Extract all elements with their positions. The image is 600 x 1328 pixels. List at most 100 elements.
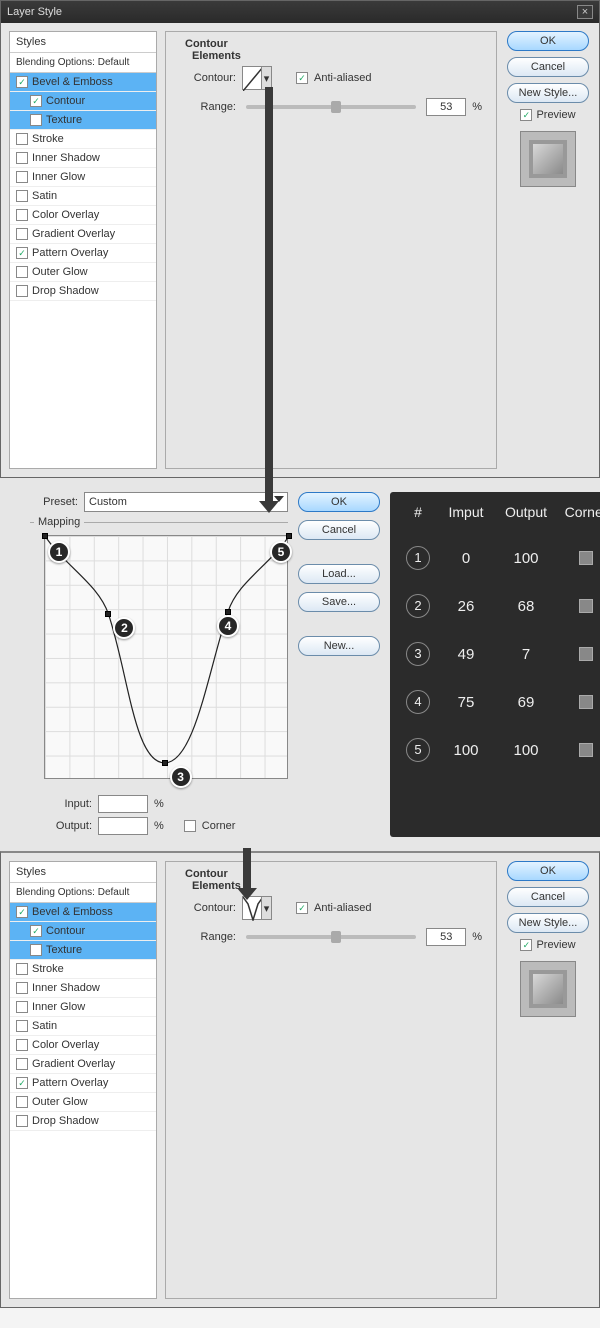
style-item-outer-glow[interactable]: Outer Glow xyxy=(10,263,156,282)
style-item-drop-shadow[interactable]: Drop Shadow xyxy=(10,282,156,301)
style-item-contour[interactable]: ✓Contour xyxy=(10,92,156,111)
style-label: Satin xyxy=(32,1020,57,1032)
style-checkbox[interactable] xyxy=(16,266,28,278)
style-checkbox[interactable] xyxy=(16,1115,28,1127)
style-checkbox[interactable] xyxy=(16,152,28,164)
style-checkbox[interactable] xyxy=(16,1058,28,1070)
style-checkbox[interactable] xyxy=(30,944,42,956)
style-checkbox[interactable] xyxy=(16,1020,28,1032)
editor-ok-button[interactable]: OK xyxy=(298,492,380,512)
style-checkbox[interactable] xyxy=(16,1096,28,1108)
blending-options-label[interactable]: Blending Options: Default xyxy=(10,883,156,903)
style-checkbox[interactable]: ✓ xyxy=(16,906,28,918)
style-item-color-overlay[interactable]: Color Overlay xyxy=(10,1036,156,1055)
ok-button[interactable]: OK xyxy=(507,861,589,881)
control-point[interactable] xyxy=(105,611,111,617)
row-corner-checkbox[interactable] xyxy=(579,647,593,661)
close-icon[interactable]: × xyxy=(577,5,593,19)
output-field[interactable] xyxy=(98,817,148,835)
ok-button[interactable]: OK xyxy=(507,31,589,51)
style-checkbox[interactable]: ✓ xyxy=(16,247,28,259)
style-item-inner-shadow[interactable]: Inner Shadow xyxy=(10,979,156,998)
style-item-bevel-emboss[interactable]: ✓Bevel & Emboss xyxy=(10,73,156,92)
style-item-drop-shadow[interactable]: Drop Shadow xyxy=(10,1112,156,1131)
preset-combo[interactable]: Custom xyxy=(84,492,288,512)
range-slider[interactable] xyxy=(246,105,416,109)
style-checkbox[interactable] xyxy=(16,982,28,994)
row-corner-checkbox[interactable] xyxy=(579,599,593,613)
contour-picker[interactable]: ▾ xyxy=(242,66,272,90)
range-value[interactable]: 53 xyxy=(426,98,466,116)
row-input: 100 xyxy=(438,742,494,759)
row-output: 100 xyxy=(496,550,556,567)
row-badge: 3 xyxy=(406,642,430,666)
style-checkbox[interactable] xyxy=(16,285,28,297)
style-item-gradient-overlay[interactable]: Gradient Overlay xyxy=(10,1055,156,1074)
row-badge: 5 xyxy=(406,738,430,762)
style-item-contour[interactable]: ✓Contour xyxy=(10,922,156,941)
style-checkbox[interactable]: ✓ xyxy=(30,95,42,107)
input-field[interactable] xyxy=(98,795,148,813)
style-item-outer-glow[interactable]: Outer Glow xyxy=(10,1093,156,1112)
style-item-stroke[interactable]: Stroke xyxy=(10,960,156,979)
style-item-gradient-overlay[interactable]: Gradient Overlay xyxy=(10,225,156,244)
preset-value: Custom xyxy=(89,496,127,508)
style-checkbox[interactable]: ✓ xyxy=(16,1077,28,1089)
style-checkbox[interactable]: ✓ xyxy=(30,925,42,937)
style-item-pattern-overlay[interactable]: ✓Pattern Overlay xyxy=(10,244,156,263)
anti-aliased-checkbox[interactable]: ✓ xyxy=(296,902,308,914)
row-corner-checkbox[interactable] xyxy=(579,743,593,757)
load-button[interactable]: Load... xyxy=(298,564,380,584)
table-row: 5100100 xyxy=(400,726,600,774)
style-item-stroke[interactable]: Stroke xyxy=(10,130,156,149)
style-checkbox[interactable] xyxy=(16,171,28,183)
style-item-bevel-emboss[interactable]: ✓ Bevel & Emboss xyxy=(10,903,156,922)
range-value[interactable]: 53 xyxy=(426,928,466,946)
new-style-button[interactable]: New Style... xyxy=(507,83,589,103)
style-item-inner-glow[interactable]: Inner Glow xyxy=(10,168,156,187)
row-corner-checkbox[interactable] xyxy=(579,695,593,709)
cancel-button[interactable]: Cancel xyxy=(507,887,589,907)
table-row: 22668 xyxy=(400,582,600,630)
chevron-down-icon[interactable]: ▾ xyxy=(261,897,271,919)
style-checkbox[interactable] xyxy=(16,1039,28,1051)
style-checkbox[interactable] xyxy=(16,228,28,240)
new-button[interactable]: New... xyxy=(298,636,380,656)
style-checkbox[interactable] xyxy=(16,209,28,221)
style-item-texture[interactable]: Texture xyxy=(10,111,156,130)
style-item-color-overlay[interactable]: Color Overlay xyxy=(10,206,156,225)
style-item-satin[interactable]: Satin xyxy=(10,187,156,206)
chevron-down-icon[interactable] xyxy=(274,496,284,502)
style-item-pattern-overlay[interactable]: ✓Pattern Overlay xyxy=(10,1074,156,1093)
style-item-satin[interactable]: Satin xyxy=(10,1017,156,1036)
style-checkbox[interactable] xyxy=(16,1001,28,1013)
style-item-inner-shadow[interactable]: Inner Shadow xyxy=(10,149,156,168)
contour-picker[interactable]: ▾ xyxy=(242,896,272,920)
style-item-inner-glow[interactable]: Inner Glow xyxy=(10,998,156,1017)
style-checkbox[interactable] xyxy=(16,190,28,202)
chevron-down-icon[interactable]: ▾ xyxy=(261,67,271,89)
new-style-button[interactable]: New Style... xyxy=(507,913,589,933)
anti-aliased-checkbox[interactable]: ✓ xyxy=(296,72,308,84)
style-checkbox[interactable] xyxy=(16,133,28,145)
style-checkbox[interactable]: ✓ xyxy=(16,76,28,88)
control-point[interactable] xyxy=(286,533,292,539)
table-row: 3497 xyxy=(400,630,600,678)
contour-graph[interactable]: 12345 xyxy=(44,535,288,779)
range-slider[interactable] xyxy=(246,935,416,939)
preview-checkbox[interactable]: ✓ xyxy=(520,109,532,121)
corner-checkbox[interactable] xyxy=(184,820,196,832)
editor-cancel-button[interactable]: Cancel xyxy=(298,520,380,540)
style-label: Bevel & Emboss xyxy=(32,906,113,918)
style-checkbox[interactable] xyxy=(30,114,42,126)
save-button[interactable]: Save... xyxy=(298,592,380,612)
style-checkbox[interactable] xyxy=(16,963,28,975)
cancel-button[interactable]: Cancel xyxy=(507,57,589,77)
style-label: Color Overlay xyxy=(32,209,99,221)
row-corner-checkbox[interactable] xyxy=(579,551,593,565)
control-point[interactable] xyxy=(42,533,48,539)
control-point[interactable] xyxy=(162,760,168,766)
style-item-texture[interactable]: Texture xyxy=(10,941,156,960)
preview-checkbox[interactable]: ✓ xyxy=(520,939,532,951)
blending-options-label[interactable]: Blending Options: Default xyxy=(10,53,156,73)
